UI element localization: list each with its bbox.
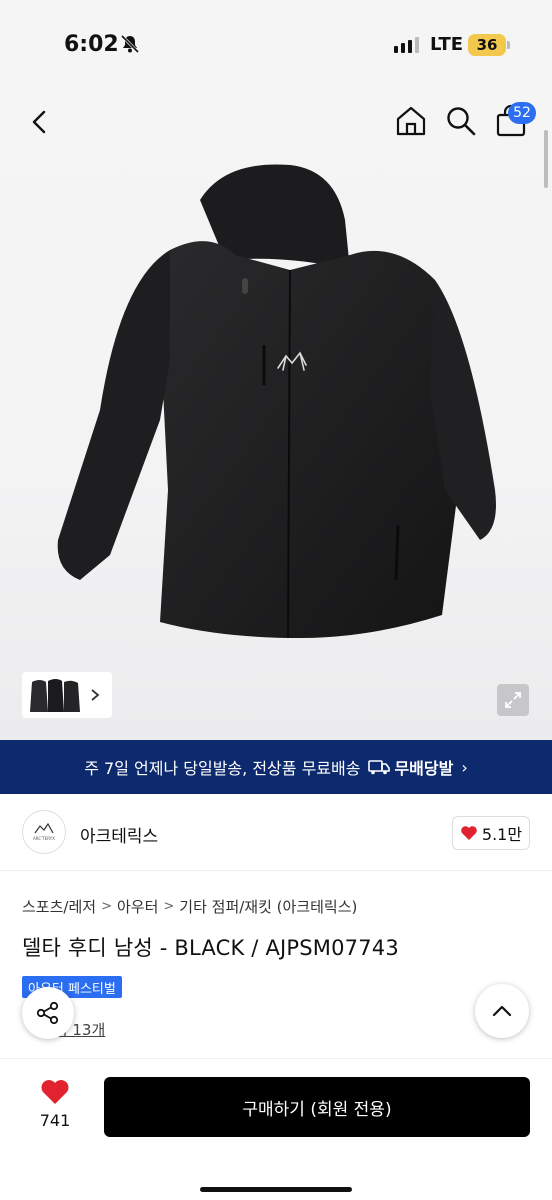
bottom-action-bar: 741 구매하기 (회원 전용) bbox=[0, 1058, 552, 1200]
expand-image-button[interactable] bbox=[497, 684, 529, 716]
battery-cap bbox=[507, 41, 510, 49]
search-icon[interactable] bbox=[444, 104, 478, 138]
banner-chevron-icon: › bbox=[461, 757, 468, 777]
arcteryx-logo-icon bbox=[34, 823, 54, 834]
brand-name[interactable]: 아크테릭스 bbox=[80, 822, 158, 847]
battery-icon: 36 bbox=[468, 34, 506, 56]
banner-badge-label: 무배당발 bbox=[394, 759, 454, 778]
silent-bell-icon bbox=[120, 34, 140, 54]
breadcrumb-separator-icon: > bbox=[163, 899, 175, 914]
buy-button[interactable]: 구매하기 (회원 전용) bbox=[104, 1077, 530, 1137]
brand-logo-text: ARC'TERYX bbox=[33, 836, 55, 841]
share-button[interactable] bbox=[22, 987, 74, 1039]
wishlist-count: 741 bbox=[39, 1111, 71, 1130]
product-page: 6:02 LTE 36 52 주 7일 언제나 당일발송, 전상품 무료배송 무… bbox=[0, 0, 552, 1200]
delivery-banner[interactable]: 주 7일 언제나 당일발송, 전상품 무료배송 무배당발 › bbox=[0, 740, 552, 794]
brand-logo[interactable]: ARC'TERYX bbox=[22, 810, 66, 854]
signal-icon bbox=[394, 37, 419, 53]
heart-icon bbox=[41, 1080, 69, 1104]
breadcrumb: 스포츠/레저 > 아우터 > 기타 점퍼/재킷 (아크테릭스) bbox=[22, 896, 357, 917]
breadcrumb-item[interactable]: 아우터 bbox=[117, 896, 158, 917]
image-thumbnail-strip[interactable] bbox=[22, 672, 112, 718]
free-shipping-badge: 무배당발 bbox=[368, 755, 453, 779]
truck-icon bbox=[368, 760, 391, 775]
status-bar: 6:02 LTE 36 bbox=[0, 0, 552, 90]
wishlist-button[interactable]: 741 bbox=[30, 1079, 80, 1130]
back-icon[interactable] bbox=[24, 106, 56, 138]
divider bbox=[0, 870, 552, 871]
brand-like-button[interactable]: 5.1만 bbox=[452, 816, 530, 850]
network-label: LTE bbox=[430, 34, 464, 55]
product-title: 델타 후디 남성 - BLACK / AJPSM07743 bbox=[22, 936, 399, 960]
product-image-area: 52 bbox=[0, 90, 552, 740]
chevron-right-icon[interactable] bbox=[90, 688, 100, 702]
cart-count-badge: 52 bbox=[508, 102, 536, 124]
scrollbar bbox=[544, 130, 548, 188]
breadcrumb-item[interactable]: 기타 점퍼/재킷 (아크테릭스) bbox=[179, 896, 357, 917]
expand-icon bbox=[505, 692, 521, 708]
brand-row[interactable]: ARC'TERYX 아크테릭스 5.1만 bbox=[22, 810, 530, 858]
share-icon bbox=[36, 1001, 59, 1025]
home-indicator bbox=[200, 1187, 352, 1192]
home-icon[interactable] bbox=[394, 104, 428, 138]
chevron-up-icon bbox=[492, 1005, 512, 1017]
breadcrumb-separator-icon: > bbox=[101, 899, 112, 914]
scroll-top-button[interactable] bbox=[475, 984, 529, 1038]
heart-icon bbox=[461, 826, 477, 840]
brand-like-count: 5.1만 bbox=[481, 825, 523, 844]
banner-text: 주 7일 언제나 당일발송, 전상품 무료배송 bbox=[84, 759, 361, 778]
status-time: 6:02 bbox=[64, 32, 119, 57]
thumbnail-image[interactable] bbox=[26, 676, 84, 714]
product-jacket-image[interactable] bbox=[50, 160, 500, 660]
breadcrumb-item[interactable]: 스포츠/레저 bbox=[22, 896, 96, 917]
